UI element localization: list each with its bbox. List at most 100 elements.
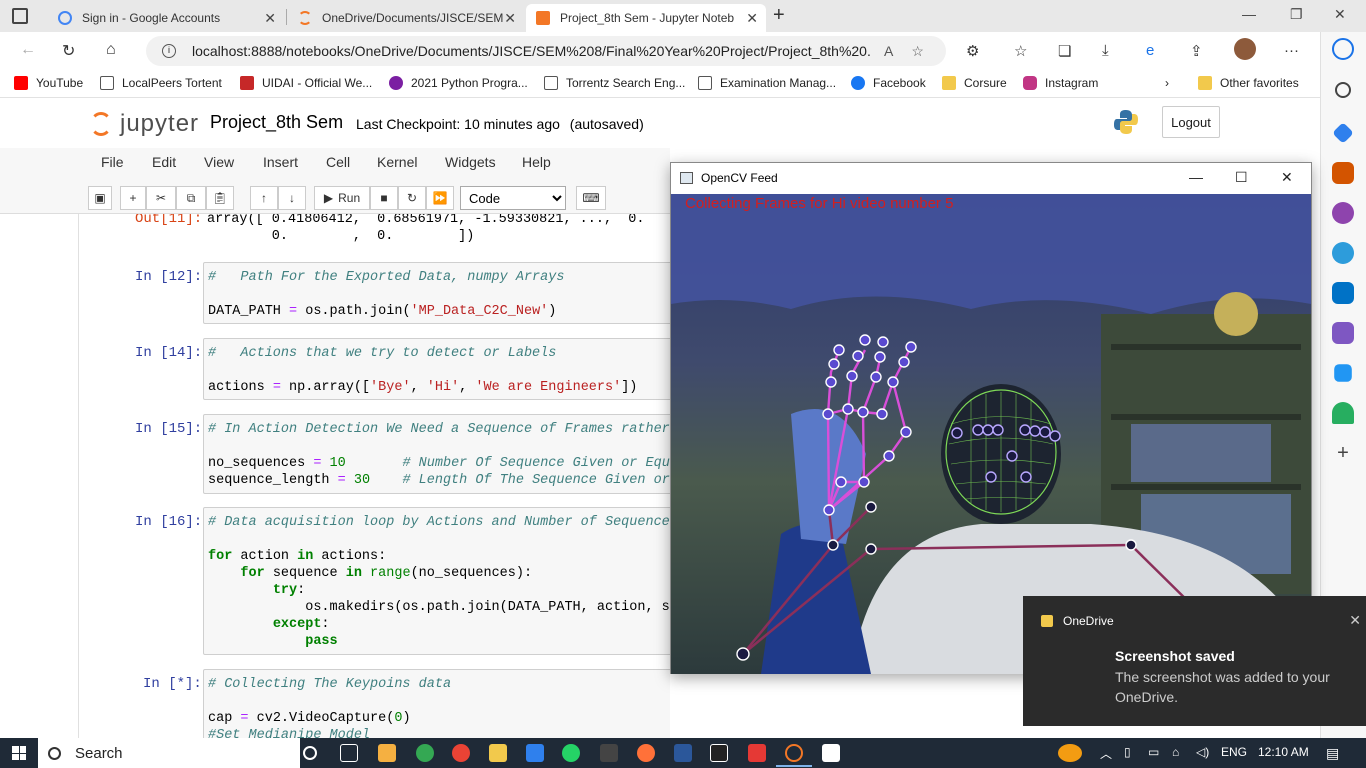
tab-actions-icon[interactable] <box>12 8 28 24</box>
clock-time[interactable]: 12:10 AM <box>1258 745 1309 759</box>
code-cell[interactable]: # In Action Detection We Need a Sequence… <box>203 414 670 494</box>
profile-avatar[interactable] <box>1234 38 1256 60</box>
task-view-icon[interactable] <box>340 744 358 762</box>
menu-cell[interactable]: Cell <box>326 154 350 170</box>
notepad-icon[interactable] <box>822 744 840 762</box>
bookmark-corsure[interactable]: Corsure <box>942 76 1007 90</box>
jupyter-logo[interactable]: jupyter <box>90 110 199 138</box>
add-favorite-icon[interactable]: ☆ <box>911 43 924 60</box>
bing-icon[interactable] <box>1332 38 1354 60</box>
bookmark-examination[interactable]: Examination Manag... <box>698 76 836 90</box>
onedrive-notification[interactable]: OneDrive ✕ Screenshot saved The screensh… <box>1023 596 1366 726</box>
code-cell[interactable]: # Path For the Exported Data, numpy Arra… <box>203 262 670 324</box>
code-cell-running[interactable]: # Collecting The Keypoins data cap = cv2… <box>203 669 670 738</box>
bookmark-youtube[interactable]: YouTube <box>14 76 83 90</box>
move-up-icon[interactable]: ↑ <box>250 186 278 210</box>
edge-icon[interactable]: e <box>1146 42 1154 59</box>
close-window-icon[interactable]: ✕ <box>1334 6 1346 23</box>
tray-overflow-icon[interactable]: ︿ <box>1100 745 1112 762</box>
extensions-icon[interactable]: ⚙ <box>966 42 979 60</box>
menu-help[interactable]: Help <box>522 154 551 170</box>
restart-run-all-icon[interactable]: ⏩ <box>426 186 454 210</box>
tag-icon[interactable] <box>1332 122 1354 144</box>
app-icon-1[interactable] <box>378 744 396 762</box>
designer-icon[interactable] <box>1332 322 1354 344</box>
bookmark-other-favorites[interactable]: Other favorites <box>1198 76 1299 90</box>
back-icon[interactable]: ← <box>20 41 36 59</box>
bookmark-localpeers[interactable]: LocalPeers Tortent <box>100 76 222 90</box>
chrome-icon[interactable] <box>416 744 434 762</box>
collections-icon[interactable]: ❏ <box>1058 42 1071 60</box>
close-tab-icon[interactable]: ✕ <box>264 10 276 27</box>
interrupt-icon[interactable]: ■ <box>370 186 398 210</box>
copy-icon[interactable]: ⧉ <box>176 186 206 210</box>
address-bar[interactable]: i localhost:8888/notebooks/OneDrive/Docu… <box>146 36 946 66</box>
menu-edit[interactable]: Edit <box>152 154 176 170</box>
close-window-icon[interactable]: ✕ <box>1281 169 1293 186</box>
cut-icon[interactable]: ✂ <box>146 186 176 210</box>
close-tab-icon[interactable]: ✕ <box>504 10 516 27</box>
new-tab-button[interactable]: + <box>773 4 785 27</box>
close-tab-icon[interactable]: ✕ <box>746 10 758 27</box>
restore-icon[interactable]: ❐ <box>1290 6 1303 23</box>
add-icon[interactable]: + <box>1332 442 1354 464</box>
app-icon-2[interactable] <box>600 744 618 762</box>
menu-widgets[interactable]: Widgets <box>445 154 496 170</box>
minimize-icon[interactable]: — <box>1242 6 1256 22</box>
downloads-icon[interactable]: ⤓ <box>1102 42 1109 59</box>
menu-view[interactable]: View <box>204 154 234 170</box>
volume-icon[interactable]: ◁) <box>1196 745 1209 759</box>
taskbar-search-box[interactable]: Search <box>38 738 300 768</box>
share-icon[interactable]: ⇪ <box>1190 42 1203 60</box>
search-icon[interactable] <box>1335 82 1351 98</box>
keyboard-icon[interactable]: ⌨ <box>576 186 606 210</box>
acrobat-icon[interactable] <box>748 744 766 762</box>
cortana-icon[interactable] <box>303 746 317 760</box>
menu-insert[interactable]: Insert <box>263 154 298 170</box>
notification-center-icon[interactable]: ▤ <box>1326 745 1339 762</box>
cell-type-select[interactable]: Code <box>460 186 566 210</box>
tab-project-notebook[interactable]: Project_8th Sem - Jupyter Noteb ✕ <box>526 4 766 32</box>
read-aloud-icon[interactable]: A <box>884 43 893 59</box>
paste-icon[interactable]: 📋︎ <box>206 186 234 210</box>
outlook-icon[interactable] <box>1332 282 1354 304</box>
network-icon[interactable]: ⌂ <box>1172 745 1179 759</box>
save-icon[interactable]: ▣ <box>88 186 112 210</box>
tree-icon[interactable] <box>1332 402 1354 424</box>
tray-device-icon[interactable]: ▯ <box>1124 745 1131 759</box>
move-down-icon[interactable]: ↓ <box>278 186 306 210</box>
word-icon[interactable] <box>674 744 692 762</box>
code-cell[interactable]: # Data acquisition loop by Actions and N… <box>203 507 670 655</box>
favorites-icon[interactable]: ☆ <box>1014 42 1027 60</box>
code-cell[interactable]: # Actions that we try to detect or Label… <box>203 338 670 400</box>
bookmarks-overflow-icon[interactable]: › <box>1165 76 1169 90</box>
whatsapp-icon[interactable] <box>562 744 580 762</box>
windows-start-icon[interactable] <box>12 746 26 760</box>
menu-kernel[interactable]: Kernel <box>377 154 417 170</box>
home-icon[interactable]: ⌂ <box>106 41 116 59</box>
send-icon[interactable] <box>1334 364 1352 382</box>
shopping-icon[interactable] <box>1332 162 1354 184</box>
mail-icon[interactable] <box>526 744 544 762</box>
bookmark-facebook[interactable]: Facebook <box>851 76 926 90</box>
file-explorer-icon[interactable] <box>489 744 507 762</box>
maximize-icon[interactable]: ☐ <box>1235 169 1248 186</box>
insert-cell-icon[interactable]: + <box>120 186 146 210</box>
battery-icon[interactable]: ▭ <box>1148 745 1159 759</box>
chrome-profile-icon[interactable] <box>452 744 470 762</box>
weather-icon[interactable] <box>1058 744 1082 762</box>
opencv-titlebar[interactable]: OpenCV Feed — ☐ ✕ <box>671 163 1311 194</box>
minimize-icon[interactable]: — <box>1189 169 1203 185</box>
jupyter-taskbar-icon[interactable] <box>785 744 803 762</box>
bookmark-torrentz[interactable]: Torrentz Search Eng... <box>544 76 685 90</box>
bookmark-instagram[interactable]: Instagram <box>1023 76 1098 90</box>
restart-icon[interactable]: ↻ <box>398 186 426 210</box>
menu-file[interactable]: File <box>101 154 124 170</box>
notebook-title[interactable]: Project_8th Sem <box>210 112 343 133</box>
more-menu-icon[interactable]: ··· <box>1284 42 1299 59</box>
tab-google-signin[interactable]: Sign in - Google Accounts ✕ <box>48 4 284 32</box>
refresh-icon[interactable]: ↻ <box>62 41 75 61</box>
language-indicator[interactable]: ENG <box>1221 745 1247 759</box>
site-info-icon[interactable]: i <box>162 44 176 58</box>
bookmark-python[interactable]: 2021 Python Progra... <box>389 76 528 90</box>
